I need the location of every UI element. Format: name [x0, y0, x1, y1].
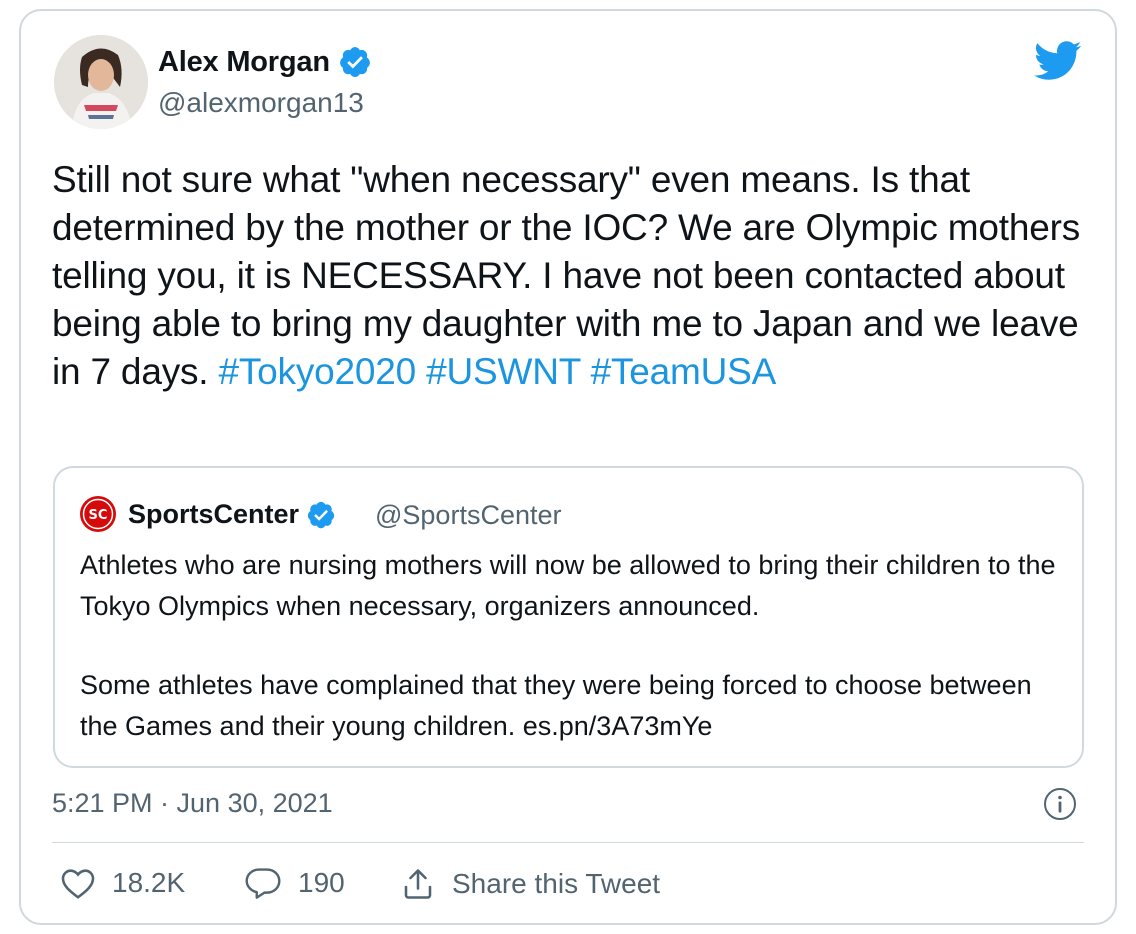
hashtag-uswnt[interactable]: #USWNT — [426, 351, 581, 392]
share-label: Share this Tweet — [452, 868, 661, 899]
heart-icon — [60, 866, 96, 900]
hashtag-teamusa[interactable]: #TeamUSA — [591, 351, 777, 392]
author-name-text[interactable]: Alex Morgan — [158, 46, 330, 79]
reply-bubble-icon — [244, 866, 282, 900]
sportscenter-logo-icon[interactable]: SC — [80, 496, 116, 532]
like-count: 18.2K — [112, 867, 186, 898]
share-icon — [400, 866, 436, 902]
author-name[interactable]: Alex Morgan — [158, 45, 372, 79]
author-handle[interactable]: @alexmorgan13 — [158, 87, 364, 119]
verified-badge-icon — [338, 45, 372, 79]
reply-count: 190 — [298, 867, 345, 898]
twitter-bird-icon[interactable] — [1034, 41, 1082, 81]
author-avatar[interactable] — [54, 35, 148, 129]
tweet-text: Still not sure what "when necessary" eve… — [52, 156, 1102, 396]
hashtag-tokyo2020[interactable]: #Tokyo2020 — [218, 351, 416, 392]
quoted-tweet[interactable]: SC SportsCenter @SportsCenter Athletes w… — [53, 466, 1084, 768]
quoted-paragraph-2: Some athletes have complained that they … — [80, 670, 1032, 741]
verified-badge-icon — [306, 500, 336, 530]
quoted-author-name[interactable]: SportsCenter — [128, 499, 336, 530]
svg-text:SC: SC — [89, 508, 108, 523]
tweet-timestamp[interactable]: 5:21 PM · Jun 30, 2021 — [52, 788, 333, 819]
quoted-paragraph-1: Athletes who are nursing mothers will no… — [80, 550, 1056, 621]
quoted-author-handle[interactable]: @SportsCenter — [375, 500, 561, 531]
quoted-tweet-text: Athletes who are nursing mothers will no… — [80, 545, 1070, 747]
reply-button[interactable]: 190 — [244, 866, 345, 900]
share-button[interactable]: Share this Tweet — [400, 866, 660, 902]
divider — [52, 842, 1084, 843]
quoted-author-name-text[interactable]: SportsCenter — [128, 499, 299, 530]
like-button[interactable]: 18.2K — [60, 866, 185, 900]
info-icon[interactable] — [1043, 787, 1077, 821]
